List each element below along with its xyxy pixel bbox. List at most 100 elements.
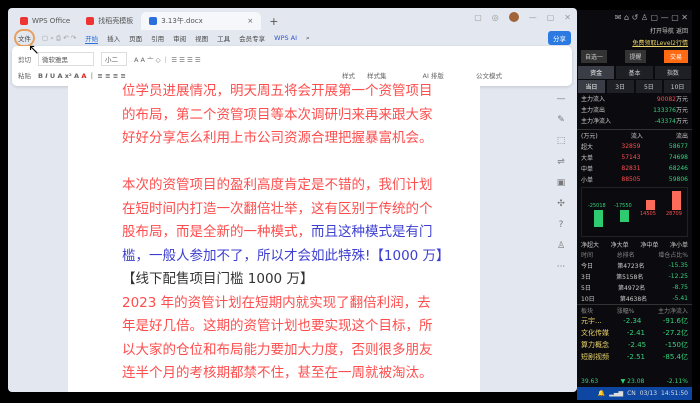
flow-table-row: 小单 88505 59806 [577, 174, 692, 185]
avatar[interactable] [508, 12, 519, 22]
tab-basic[interactable]: 基本 [616, 66, 653, 79]
cell: 短剧视频 [581, 353, 609, 361]
col-header: 主力净流入 [657, 307, 688, 315]
sector-row[interactable]: 短剧视频 -2.51 -85.4亿 [577, 351, 692, 363]
tab-label: 3.13午.docx [161, 17, 203, 25]
tab-funds[interactable]: 资金 [578, 66, 615, 79]
flow-unit: 万元 [675, 118, 688, 125]
menu-wps-ai[interactable]: WPS AI [274, 34, 297, 42]
line-text: 而且这种模式是有门 [311, 224, 433, 240]
flow-table-row: 大单 57143 74698 [577, 152, 692, 163]
language-indicator[interactable]: CN [627, 390, 636, 397]
cell: -27.2亿 [662, 329, 688, 337]
pen-icon[interactable]: ✎ [557, 115, 565, 125]
paragraph-line: 槛，一般人参加不了，所以才会如此特殊!【1000 万】 [122, 245, 450, 269]
image-icon[interactable]: ▣ [557, 178, 566, 188]
collapse-icon[interactable]: — [557, 94, 566, 104]
flow-table-row: 超大 32859 58677 [577, 141, 692, 152]
search-icon[interactable]: ⌕ [306, 34, 310, 43]
menu-bar: 文件 ▢ ⌕ ⎙ ↶ ↷ 开始 插入 页面 引用 审阅 视图 工具 会员专享 W… [8, 29, 577, 47]
flow-value: -43374 [654, 118, 676, 125]
cell: 文化传媒 [581, 329, 609, 337]
time: 14:51:50 [661, 390, 688, 397]
bell-icon[interactable]: 🔔 [598, 390, 605, 397]
sector-row[interactable]: 元宇... -2.34 -91.6亿 [577, 315, 692, 327]
tab-index[interactable]: 指数 [654, 66, 691, 79]
close-tab-icon[interactable]: × [247, 17, 253, 25]
window-icon[interactable]: ▢ [474, 13, 482, 22]
new-tab-button[interactable]: + [261, 12, 286, 30]
flow-row: 主力流入 90082万元 [577, 93, 692, 104]
sector-row[interactable]: 文化传媒 -2.41 -27.2亿 [577, 327, 692, 339]
col-header: 流出 [675, 133, 688, 140]
tab-document[interactable]: 3.13午.docx × [141, 12, 262, 30]
stock-window-controls[interactable]: ✉ ⌂ ↺ ♙ ▢ — ▢ ✕ [577, 10, 692, 24]
cell: 10日 [581, 296, 595, 303]
back-link[interactable]: 返回 [676, 28, 688, 35]
cell: 第4723名 [617, 263, 645, 270]
alert-button[interactable]: 提醒 [625, 49, 646, 63]
period-5d[interactable]: 5日 [635, 80, 663, 93]
paste-button[interactable]: 粘贴 [18, 70, 31, 80]
tab-label: WPS Office [32, 17, 71, 25]
tab-wps-office[interactable]: WPS Office [12, 12, 78, 30]
cell: 超大 [581, 144, 594, 151]
minimize-icon[interactable]: — [529, 13, 537, 22]
paragraph-line: 2023 年的资管计划在短期内就实现了翻倍利润，去 [122, 292, 431, 316]
menu-home[interactable]: 开始 [85, 33, 99, 44]
ai-layout-button[interactable]: AI 排版 [423, 70, 444, 80]
font-tools[interactable]: A A 亠 ◇ ｜ ☰ ☰ ☰ ☰ [134, 54, 201, 64]
level2-promo-link[interactable]: 免费领取Level2行情 [632, 38, 688, 47]
sector-row[interactable]: 算力概念 -2.45 -150亿 [577, 339, 692, 351]
cell: -12.25 [668, 273, 688, 280]
trade-button[interactable]: 交易 [663, 49, 688, 63]
shapes-icon[interactable]: ✣ [557, 199, 565, 209]
cell: 57143 [621, 154, 641, 161]
close-icon[interactable]: ✕ [564, 13, 571, 22]
period-today[interactable]: 当日 [578, 80, 605, 93]
menu-page[interactable]: 页面 [129, 33, 142, 43]
format-tools[interactable]: B I U A x² A A ｜ ≡ ≡ ≡ ≡ [38, 70, 126, 80]
font-select[interactable]: 微软雅黑 [38, 52, 94, 66]
style-button[interactable]: 样式 [342, 70, 355, 80]
menu-reference[interactable]: 引用 [151, 33, 164, 43]
cell: -150亿 [665, 341, 688, 349]
maximize-icon[interactable]: ▢ [547, 13, 555, 22]
menu-tools[interactable]: 工具 [217, 33, 230, 43]
font-size-select[interactable]: 小二 [101, 52, 127, 66]
help-icon[interactable]: ? [559, 220, 564, 230]
select-icon[interactable]: ⬚ [557, 136, 566, 146]
period-10d[interactable]: 10日 [664, 80, 691, 93]
period-3d[interactable]: 3日 [606, 80, 634, 93]
tab-docer[interactable]: 找稻壳模板 [78, 12, 141, 30]
open-nav-link[interactable]: 打开导航 [650, 28, 674, 35]
skin-icon[interactable]: ◎ [492, 13, 499, 22]
document-text[interactable]: 位学员进展情况，明天周五将会开展第一个资管项目 的布局，第二个资管项目等本次调研归… [122, 80, 450, 386]
flow-value-wrap: 90082万元 [657, 94, 688, 103]
bar-label: 28709 [666, 211, 682, 217]
line-text: 槛，一般人参加不了，所以才会如此特殊!【1000 万】 [122, 247, 450, 264]
more-icon[interactable]: ··· [557, 262, 566, 272]
share-button[interactable]: 分享 [548, 31, 571, 45]
cell: -5.41 [672, 295, 688, 302]
paragraph-line: 股布局，而是全新的一种模式，而且这种模式是有门 [122, 221, 433, 245]
cell: -2.45 [627, 341, 647, 349]
quick-access-icons[interactable]: ▢ ⌕ ⎙ ↶ ↷ [42, 34, 76, 43]
paragraph-line: 年是好几倍。这期的资管计划也要实现这个目标，所 [122, 315, 433, 339]
menu-member[interactable]: 会员专享 [239, 33, 265, 43]
menu-review[interactable]: 审阅 [173, 33, 186, 43]
cell: 74698 [668, 154, 688, 161]
style-set-button[interactable]: 样式集 [367, 70, 387, 80]
doc-format-button[interactable]: 公文模式 [476, 70, 502, 80]
paragraph-line: 本次的资管项目的盈利高度肯定是不错的，我们计划 [122, 174, 433, 198]
cell: 82831 [621, 165, 641, 172]
bar-category: 净中单 [640, 241, 659, 249]
shirt-icon[interactable]: ♙ [557, 241, 565, 251]
col-header: 流入 [630, 133, 643, 140]
adjust-icon[interactable]: ⇌ [557, 157, 565, 167]
signal-icon: ▂▄▆ [609, 390, 624, 397]
menu-view[interactable]: 视图 [195, 33, 208, 43]
flow-bar-chart: -25018 -17550 14505 28709 [581, 187, 688, 237]
watchlist-button[interactable]: 自选一 [581, 49, 608, 63]
menu-insert[interactable]: 插入 [107, 33, 120, 43]
